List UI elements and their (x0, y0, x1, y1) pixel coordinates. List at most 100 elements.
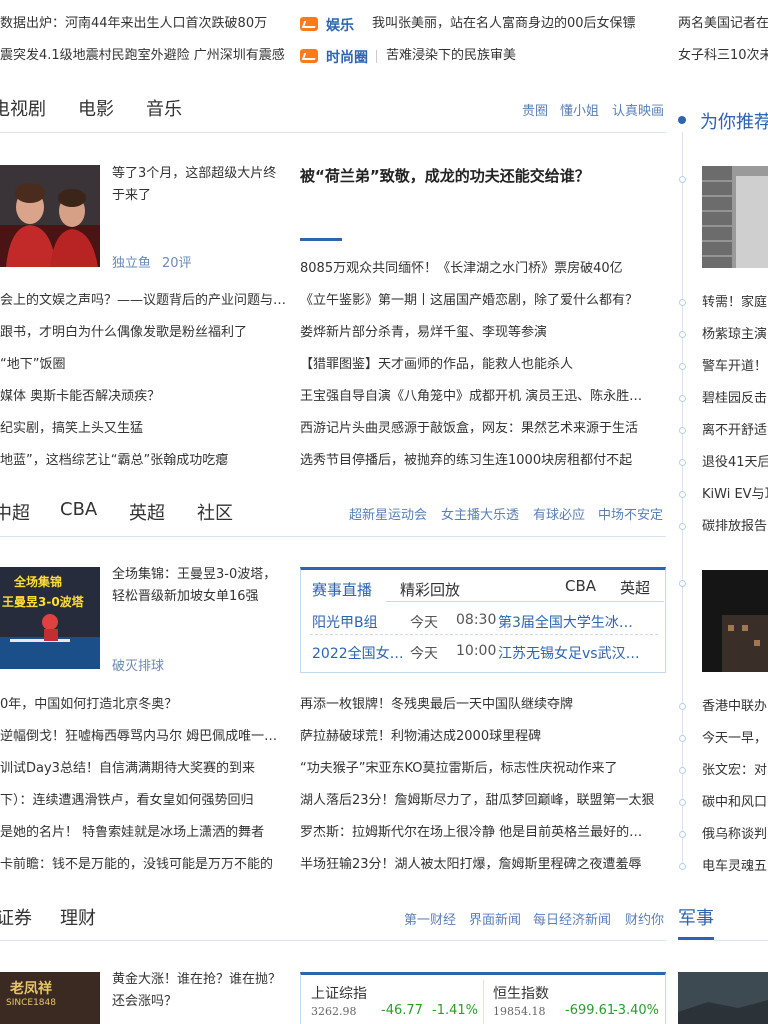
link-qiubi[interactable]: 有球必应 (533, 504, 585, 523)
news-link[interactable]: 地蓝”，这档综艺让“霸总”张翰成功吃瘪 (0, 453, 288, 469)
recommend-item[interactable]: 警车开道！ (702, 359, 768, 375)
news-link[interactable]: 下）：连续遭遇滑铁卢，看女皇如何强势回归 (0, 793, 288, 809)
recommend-image-1[interactable] (702, 166, 768, 268)
link-lotto[interactable]: 女主播大乐透 (441, 504, 519, 523)
news-link[interactable]: 纪实剧，搞笑上头又生猛 (0, 421, 288, 437)
ticker-tag-fashion[interactable]: 时尚圈 (326, 47, 368, 67)
finance-thumbnail[interactable]: 老凤祥 SINCE1848 (0, 972, 100, 1024)
news-link[interactable]: 训试Day3总结！自信满满期待大奖赛的到来 (0, 761, 288, 777)
thumb-text-2: SINCE1848 (6, 998, 56, 1008)
news-link[interactable]: 半场狂输23分！湖人被太阳打爆，詹姆斯里程碑之夜遭羞辱 (300, 857, 666, 873)
tab-cba[interactable]: CBA (60, 499, 97, 520)
stock-1-pct: -1.41% (432, 1003, 478, 1018)
tab-movie[interactable]: 电影 (78, 95, 114, 121)
tab-securities[interactable]: 证券 (0, 904, 32, 930)
news-link[interactable]: “功夫猴子”宋亚东KO莫拉雷斯后，标志性庆祝动作来了 (300, 761, 666, 777)
recommend-item[interactable]: 电车灵魂五 (702, 859, 768, 875)
recommend-item[interactable]: 转需！家庭 (702, 295, 768, 311)
video-tag-icon (300, 17, 318, 31)
tab-music[interactable]: 音乐 (146, 95, 182, 121)
link-yicai[interactable]: 第一财经 (404, 909, 456, 928)
recommend-item[interactable]: 退役41天后 (702, 455, 768, 471)
stock-2-name[interactable]: 恒生指数 (493, 983, 549, 1003)
link-jiemian[interactable]: 界面新闻 (469, 909, 521, 928)
ent-card-title-l1[interactable]: 等了3个月，这部超级大片终 (112, 163, 292, 185)
live-row-1-title[interactable]: 第3届全国大学生冰… (498, 612, 658, 632)
ticker-mid-2[interactable]: 苦难浸染下的民族审美 (386, 48, 666, 64)
tab-csl[interactable]: 中超 (0, 499, 30, 525)
news-link[interactable]: 跟书，才明白为什么偶像发歌是粉丝福利了 (0, 325, 288, 341)
news-link[interactable]: 《立午鉴影》第一期丨这届国产婚恋剧，除了爱什么都有？ (300, 293, 666, 309)
link-guiquan[interactable]: 贵圈 (522, 100, 548, 119)
link-supernova[interactable]: 超新星运动会 (349, 504, 427, 523)
recommend-item[interactable]: 香港中联办 (702, 699, 768, 715)
ticker-tag-ent[interactable]: 娱乐 (326, 15, 354, 35)
link-midfield[interactable]: 中场不安定 (598, 504, 663, 523)
ent-thumbnail[interactable] (0, 165, 100, 267)
tab-community[interactable]: 社区 (197, 499, 233, 525)
recommend-item[interactable]: 离不开舒适 (702, 423, 768, 439)
timeline-head-dot (678, 116, 686, 124)
news-link[interactable]: 湖人落后23分！詹姆斯尽力了，甜瓜梦回巅峰，联盟第一太狠 (300, 793, 666, 809)
ticker-right-1[interactable]: 两名美国记者在 (678, 16, 768, 32)
link-renzhen[interactable]: 认真映画 (612, 100, 664, 119)
live-row-1-time: 08:30 (456, 612, 497, 628)
recommend-item[interactable]: KiWi EV与耳 (702, 487, 768, 503)
recommend-item[interactable]: 俄乌称谈判 (702, 827, 768, 843)
news-link[interactable]: 8085万观众共同缅怀！《长津湖之水门桥》票房破40亿 (300, 261, 666, 277)
ticker-mid-1[interactable]: 我叫张美丽，站在名人富商身边的00后女保镖 (372, 16, 672, 32)
news-link[interactable]: 0年，中国如何打造北京冬奥？ (0, 697, 288, 713)
live-row-2-title[interactable]: 江苏无锡女足vs武汉… (498, 643, 658, 663)
military-thumbnail[interactable] (678, 972, 768, 1024)
news-link[interactable]: 西游记片头曲灵感源于敲饭盒，网友：果然艺术来源于生活 (300, 421, 666, 437)
tab-wealth[interactable]: 理财 (60, 904, 96, 930)
ticker-left-1[interactable]: 数据出炉：河南44年来出生人口首次跌破80万 (0, 16, 290, 32)
ticker-right-2[interactable]: 女子科三10次未 (678, 48, 768, 64)
news-link[interactable]: 逆幅倒戈！狂嘘梅西辱骂内马尔 姆巴佩成唯一… (0, 729, 288, 745)
link-caiyueni[interactable]: 财约你 (625, 909, 664, 928)
news-link[interactable]: “地下”饭圈 (0, 357, 288, 373)
news-link[interactable]: 媒体 奥斯卡能否解决顽疾？ (0, 389, 288, 405)
recommend-item[interactable]: 杨紫琼主演 (702, 327, 768, 343)
live-league-cba[interactable]: CBA (565, 577, 596, 595)
sports-thumbnail[interactable]: 全场集锦 王曼昱3-0波塔 (0, 567, 100, 669)
live-league-epl[interactable]: 英超 (620, 577, 650, 598)
ticker-left-2[interactable]: 震突发4.1级地震村民跑室外避险 广州深圳有震感 (0, 48, 290, 64)
live-tab[interactable]: 赛事直播 (312, 579, 372, 600)
live-row-2-league[interactable]: 2022全国女… (312, 643, 404, 663)
timeline-dot (679, 523, 686, 530)
news-link[interactable]: 是她的名片！ 特鲁索娃就是冰场上潇洒的舞者 (0, 825, 288, 841)
military-tab[interactable]: 军事 (678, 904, 714, 930)
sports-card-source[interactable]: 破灭排球 (112, 655, 164, 674)
recommend-item[interactable]: 张文宏：对 (702, 763, 768, 779)
news-link[interactable]: 王宝强自导自演《八角笼中》成都开机 演员王迅、陈永胜… (300, 389, 666, 405)
tab-tv[interactable]: 电视剧 (0, 95, 46, 121)
recommend-item[interactable]: 碳中和风口 (702, 795, 768, 811)
stock-1-name[interactable]: 上证综指 (311, 983, 367, 1003)
tab-epl[interactable]: 英超 (129, 499, 165, 525)
news-link[interactable]: 娄烨新片部分杀青，易烊千玺、李现等参演 (300, 325, 666, 341)
ent-card-comments[interactable]: 20评 (162, 252, 192, 271)
recommend-item[interactable]: 今天一早， (702, 731, 768, 747)
news-link[interactable]: 【猎罪图鉴】天才画师的作品，能救人也能杀人 (300, 357, 666, 373)
sports-card-title-l1[interactable]: 全场集锦：王曼昱3-0波塔， (112, 564, 292, 586)
sports-card-title-l2[interactable]: 轻松晋级新加坡女单16强 (112, 586, 292, 608)
recommend-image-2[interactable] (702, 570, 768, 672)
live-row-1-league[interactable]: 阳光甲B组 (312, 612, 402, 632)
news-link[interactable]: 选秀节目停播后，被抛弃的练习生连1000块房租都付不起 (300, 453, 666, 469)
news-link[interactable]: 萨拉赫破球荒！利物浦达成2000球里程碑 (300, 729, 666, 745)
ent-card-title-l2[interactable]: 于来了 (112, 185, 292, 207)
ent-headline[interactable]: 被“荷兰弟”致敬，成龙的功夫还能交给谁？ (300, 165, 590, 186)
news-link[interactable]: 再添一枚银牌！冬残奥最后一天中国队继续夺牌 (300, 697, 666, 713)
news-link[interactable]: 罗杰斯：拉姆斯代尔在场上很冷静 他是目前英格兰最好的… (300, 825, 666, 841)
link-nbd[interactable]: 每日经济新闻 (533, 909, 611, 928)
finance-card-title-l2[interactable]: 还会涨吗？ (112, 991, 292, 1013)
replay-tab[interactable]: 精彩回放 (400, 579, 460, 600)
news-link[interactable]: 卡前瞻：钱不是万能的，没钱可能是万万不能的 (0, 857, 288, 873)
link-dongxiaojie[interactable]: 懂小姐 (560, 100, 599, 119)
recommend-item[interactable]: 碳排放报告 (702, 519, 768, 535)
ent-card-source[interactable]: 独立鱼 (112, 252, 151, 271)
finance-card-title-l1[interactable]: 黄金大涨！谁在抢？谁在抛？ (112, 969, 292, 991)
recommend-item[interactable]: 碧桂园反击 (702, 391, 768, 407)
news-link[interactable]: 会上的文娱之声吗？——议题背后的产业问题与… (0, 293, 288, 309)
